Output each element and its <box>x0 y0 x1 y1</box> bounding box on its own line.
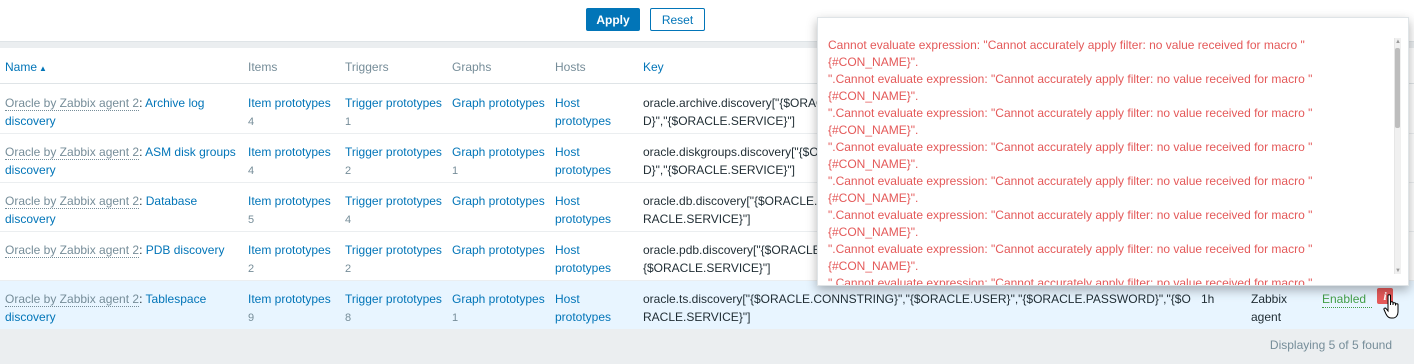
hand-cursor-icon <box>1383 294 1399 319</box>
rule-name-link[interactable]: PDB discovery <box>146 243 225 257</box>
popup-scrollbar-thumb[interactable] <box>1395 48 1400 128</box>
graph-prototypes-link[interactable]: Graph prototypes <box>452 194 545 208</box>
rule-name-cell: Oracle by Zabbix agent 2: ASM disk group… <box>5 145 236 177</box>
graphs-cell: Graph prototypes <box>452 94 552 112</box>
host-prototypes-link[interactable]: Host prototypes <box>555 194 611 226</box>
column-header-hosts: Hosts <box>555 60 586 74</box>
item-prototypes-count: 2 <box>248 263 255 275</box>
host-prototypes-link[interactable]: Host prototypes <box>555 292 611 324</box>
item-prototypes-link[interactable]: Item prototypes <box>248 243 331 257</box>
triggers-cell: Trigger prototypes 8 <box>345 290 445 327</box>
status-enabled-link[interactable]: Enabled <box>1322 291 1372 308</box>
column-header-items: Items <box>248 60 278 74</box>
item-prototypes-count: 5 <box>248 214 255 226</box>
sort-ascending-icon: ▲ <box>39 64 47 73</box>
graph-prototypes-count: 1 <box>452 312 459 324</box>
template-link[interactable]: Oracle by Zabbix agent 2 <box>5 243 140 258</box>
error-hint-popup: Cannot evaluate expression: "Cannot accu… <box>817 17 1409 286</box>
template-link[interactable]: Oracle by Zabbix agent 2 <box>5 292 140 307</box>
graph-prototypes-link[interactable]: Graph prototypes <box>452 96 545 110</box>
discovery-rules-page: Apply Reset Name ▲ Items Triggers Graphs … <box>0 0 1414 364</box>
hosts-cell: Host prototypes <box>555 290 635 326</box>
trigger-prototypes-link[interactable]: Trigger prototypes <box>345 96 442 110</box>
error-message-text: Cannot evaluate expression: "Cannot accu… <box>828 38 1313 286</box>
rule-name-cell: Oracle by Zabbix agent 2: Archive log di… <box>5 96 205 128</box>
trigger-prototypes-link[interactable]: Trigger prototypes <box>345 243 442 257</box>
item-prototypes-link[interactable]: Item prototypes <box>248 145 331 159</box>
item-prototypes-count: 9 <box>248 312 255 324</box>
hosts-cell: Host prototypes <box>555 192 635 228</box>
graphs-cell: Graph prototypes <box>452 241 552 259</box>
triggers-cell: Trigger prototypes 4 <box>345 192 445 229</box>
triggers-cell: Trigger prototypes 2 <box>345 143 445 180</box>
interval-cell: 1h <box>1201 292 1215 306</box>
trigger-prototypes-link[interactable]: Trigger prototypes <box>345 145 442 159</box>
items-cell: Item prototypes 4 <box>248 143 338 180</box>
item-prototypes-count: 4 <box>248 116 255 128</box>
template-link[interactable]: Oracle by Zabbix agent 2 <box>5 96 140 111</box>
graph-prototypes-link[interactable]: Graph prototypes <box>452 145 545 159</box>
trigger-prototypes-count: 2 <box>345 263 352 275</box>
items-cell: Item prototypes 4 <box>248 94 338 131</box>
graphs-cell: Graph prototypes 1 <box>452 143 552 180</box>
key-cell: oracle.ts.discovery["{$ORACLE.CONNSTRING… <box>643 292 1191 324</box>
hosts-cell: Host prototypes <box>555 241 635 277</box>
trigger-prototypes-count: 2 <box>345 165 352 177</box>
trigger-prototypes-count: 4 <box>345 214 352 226</box>
graphs-cell: Graph prototypes <box>452 192 552 210</box>
item-prototypes-count: 4 <box>248 165 255 177</box>
scroll-down-arrow-icon[interactable]: ▼ <box>1395 268 1401 274</box>
template-link[interactable]: Oracle by Zabbix agent 2 <box>5 145 140 160</box>
displaying-count: Displaying 5 of 5 found <box>1269 338 1392 352</box>
hosts-cell: Host prototypes <box>555 94 635 130</box>
reset-button[interactable]: Reset <box>650 8 705 31</box>
items-cell: Item prototypes 9 <box>248 290 338 327</box>
trigger-prototypes-link[interactable]: Trigger prototypes <box>345 194 442 208</box>
items-cell: Item prototypes 2 <box>248 241 338 278</box>
scroll-up-arrow-icon[interactable]: ▲ <box>1395 39 1401 45</box>
host-prototypes-link[interactable]: Host prototypes <box>555 145 611 177</box>
triggers-cell: Trigger prototypes 2 <box>345 241 445 278</box>
column-header-triggers: Triggers <box>345 60 389 74</box>
host-prototypes-link[interactable]: Host prototypes <box>555 96 611 128</box>
column-header-name[interactable]: Name ▲ <box>5 58 240 78</box>
rule-name-cell: Oracle by Zabbix agent 2: PDB discovery <box>5 243 225 258</box>
rule-name-cell: Oracle by Zabbix agent 2: Tablespace dis… <box>5 292 207 324</box>
graph-prototypes-link[interactable]: Graph prototypes <box>452 243 545 257</box>
table-row: Oracle by Zabbix agent 2: Tablespace dis… <box>0 281 1414 330</box>
hosts-cell: Host prototypes <box>555 143 635 179</box>
graphs-cell: Graph prototypes 1 <box>452 290 552 327</box>
trigger-prototypes-count: 8 <box>345 312 352 324</box>
template-link[interactable]: Oracle by Zabbix agent 2 <box>5 194 140 209</box>
item-prototypes-link[interactable]: Item prototypes <box>248 194 331 208</box>
triggers-cell: Trigger prototypes 1 <box>345 94 445 131</box>
graph-prototypes-count: 1 <box>452 165 459 177</box>
items-cell: Item prototypes 5 <box>248 192 338 229</box>
graph-prototypes-link[interactable]: Graph prototypes <box>452 292 545 306</box>
type-cell: Zabbix agent <box>1251 292 1288 324</box>
item-prototypes-link[interactable]: Item prototypes <box>248 96 331 110</box>
trigger-prototypes-count: 1 <box>345 116 352 128</box>
column-header-graphs: Graphs <box>452 60 492 74</box>
item-prototypes-link[interactable]: Item prototypes <box>248 292 331 306</box>
rule-name-cell: Oracle by Zabbix agent 2: Database disco… <box>5 194 198 226</box>
apply-button[interactable]: Apply <box>586 8 640 31</box>
trigger-prototypes-link[interactable]: Trigger prototypes <box>345 292 442 306</box>
host-prototypes-link[interactable]: Host prototypes <box>555 243 611 275</box>
